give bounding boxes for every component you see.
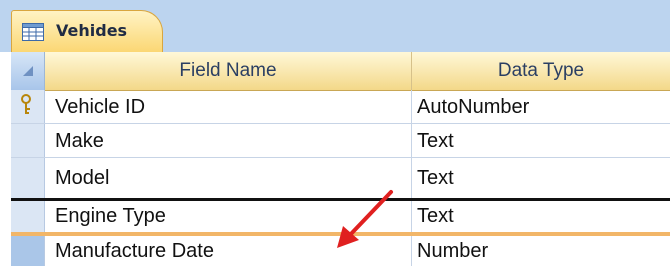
tab-label: Vehides: [56, 21, 128, 40]
tabstrip: Vehides: [0, 0, 670, 52]
primary-key-icon: [21, 94, 31, 114]
column-header-field-name[interactable]: Field Name: [45, 52, 412, 90]
table-row[interactable]: Make Text: [11, 124, 670, 158]
column-divider: [411, 236, 412, 266]
data-type-cell[interactable]: Text: [417, 201, 667, 232]
table-icon: [22, 23, 44, 41]
field-name-cell[interactable]: Make: [55, 124, 405, 157]
row-selector[interactable]: [11, 201, 45, 232]
row-selector[interactable]: [11, 158, 45, 198]
table-row[interactable]: Vehicle ID AutoNumber: [11, 90, 670, 124]
column-divider: [411, 158, 412, 198]
data-type-cell[interactable]: AutoNumber: [417, 90, 667, 123]
data-type-cell[interactable]: Text: [417, 124, 667, 157]
select-all-corner[interactable]: [11, 52, 45, 90]
column-header-data-type[interactable]: Data Type: [412, 52, 670, 90]
column-divider: [411, 90, 412, 123]
column-divider: [411, 201, 412, 232]
design-grid: Field Name Data Type Vehicle ID AutoNumb…: [11, 52, 670, 266]
field-name-cell[interactable]: Vehicle ID: [55, 90, 405, 123]
row-selector[interactable]: [11, 236, 45, 266]
tab-vehicles[interactable]: Vehides: [11, 10, 163, 52]
data-type-cell[interactable]: Text: [417, 158, 667, 198]
row-selector[interactable]: [11, 124, 45, 157]
data-type-cell[interactable]: Number: [417, 236, 667, 266]
row-selector[interactable]: [11, 90, 45, 123]
grid-header: Field Name Data Type: [11, 52, 670, 91]
column-divider: [411, 124, 412, 157]
red-arrow-icon: [337, 190, 393, 248]
